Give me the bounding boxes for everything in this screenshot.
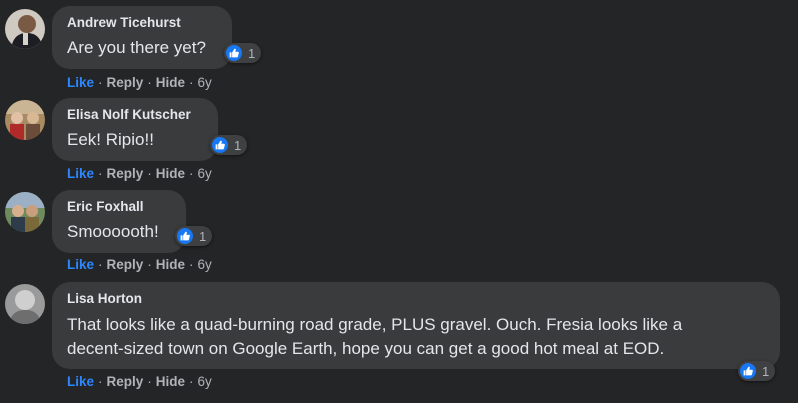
- separator: ·: [189, 257, 194, 272]
- comment-author[interactable]: Andrew Ticehurst: [67, 15, 181, 30]
- reply-link[interactable]: Reply: [107, 374, 144, 389]
- separator: ·: [147, 166, 152, 181]
- reply-link[interactable]: Reply: [107, 257, 144, 272]
- separator: ·: [189, 374, 194, 389]
- comment-bubble: Lisa Horton That looks like a quad-burni…: [52, 282, 780, 369]
- timestamp[interactable]: 6y: [198, 374, 212, 389]
- separator: ·: [147, 75, 152, 90]
- comment-text: Smoooooth!: [67, 222, 159, 241]
- separator: ·: [98, 75, 103, 90]
- reply-link[interactable]: Reply: [107, 75, 144, 90]
- timestamp[interactable]: 6y: [198, 166, 212, 181]
- like-link[interactable]: Like: [67, 75, 94, 90]
- thumbs-up-icon: [739, 362, 757, 380]
- hide-link[interactable]: Hide: [156, 166, 185, 181]
- reaction-count: 1: [762, 363, 770, 379]
- comment-text-line: decent-sized town on Google Earth, hope …: [67, 339, 665, 358]
- timestamp[interactable]: 6y: [198, 75, 212, 90]
- comment-text: Are you there yet?: [67, 38, 206, 57]
- comment-bubble: Eric Foxhall Smoooooth!: [52, 190, 186, 253]
- comment-actions: Like · Reply · Hide · 6y: [67, 374, 212, 389]
- reaction-count-button[interactable]: 1: [738, 361, 776, 381]
- like-link[interactable]: Like: [67, 257, 94, 272]
- avatar[interactable]: [5, 9, 45, 49]
- avatar[interactable]: [5, 284, 45, 324]
- comment-bubble: Andrew Ticehurst Are you there yet?: [52, 6, 232, 69]
- comment-actions: Like · Reply · Hide · 6y: [67, 257, 212, 272]
- comment-text: Eek! Ripio!!: [67, 130, 154, 149]
- separator: ·: [98, 166, 103, 181]
- comment-actions: Like · Reply · Hide · 6y: [67, 75, 212, 90]
- separator: ·: [189, 75, 194, 90]
- reaction-count: 1: [248, 45, 256, 61]
- reaction-count: 1: [199, 228, 207, 244]
- thumbs-up-icon: [225, 44, 243, 62]
- separator: ·: [98, 257, 103, 272]
- reaction-count-button[interactable]: 1: [224, 43, 262, 63]
- comment-bubble: Elisa Nolf Kutscher Eek! Ripio!!: [52, 98, 218, 161]
- separator: ·: [98, 374, 103, 389]
- comment-actions: Like · Reply · Hide · 6y: [67, 166, 212, 181]
- reaction-count-button[interactable]: 1: [175, 226, 213, 246]
- separator: ·: [147, 257, 152, 272]
- comment-text-line: That looks like a quad-burning road grad…: [67, 315, 683, 334]
- hide-link[interactable]: Hide: [156, 75, 185, 90]
- like-link[interactable]: Like: [67, 374, 94, 389]
- thumbs-up-icon: [211, 136, 229, 154]
- hide-link[interactable]: Hide: [156, 374, 185, 389]
- comment-author[interactable]: Elisa Nolf Kutscher: [67, 107, 191, 122]
- avatar[interactable]: [5, 100, 45, 140]
- hide-link[interactable]: Hide: [156, 257, 185, 272]
- reaction-count: 1: [234, 137, 242, 153]
- separator: ·: [189, 166, 194, 181]
- reaction-count-button[interactable]: 1: [210, 135, 248, 155]
- comment-author[interactable]: Eric Foxhall: [67, 199, 144, 214]
- avatar[interactable]: [5, 192, 45, 232]
- thumbs-up-icon: [176, 227, 194, 245]
- comment-author[interactable]: Lisa Horton: [67, 291, 142, 306]
- timestamp[interactable]: 6y: [198, 257, 212, 272]
- reply-link[interactable]: Reply: [107, 166, 144, 181]
- like-link[interactable]: Like: [67, 166, 94, 181]
- separator: ·: [147, 374, 152, 389]
